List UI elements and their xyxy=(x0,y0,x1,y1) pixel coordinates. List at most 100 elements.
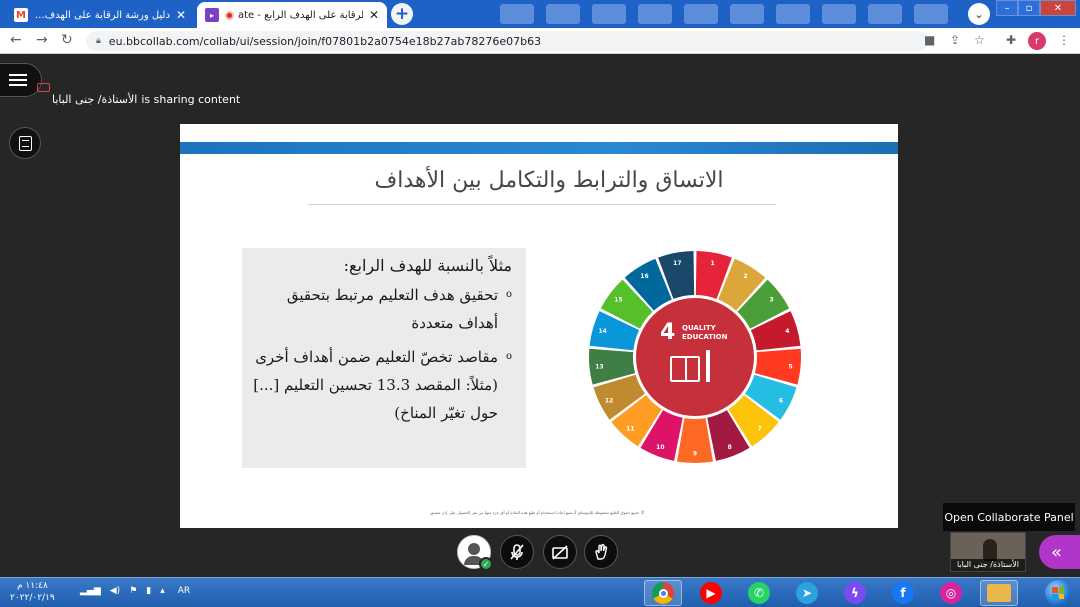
hand-icon xyxy=(595,543,608,560)
taskbar-app[interactable]: ✆ xyxy=(740,580,778,606)
checkmark-icon: ✓ xyxy=(479,557,493,571)
taskbar-app[interactable]: ▶ xyxy=(692,580,730,606)
microphone-off-icon xyxy=(510,544,524,560)
more-menu-icon[interactable]: ⋮ xyxy=(1058,33,1070,47)
open-collaborate-panel-button[interactable]: « xyxy=(1039,535,1080,569)
telegram-icon: ➤ xyxy=(796,582,818,604)
desktop-background xyxy=(500,4,948,24)
raise-hand-button[interactable] xyxy=(584,535,618,569)
taskbar-app[interactable]: ◎ xyxy=(932,580,970,606)
taskbar-app[interactable]: f xyxy=(884,580,922,606)
sdg-wheel: 1 2 3 4 5 6 7 8 9 10 11 12 13 14 15 16 17 4 QUALITY EDUCA… xyxy=(588,250,802,464)
sdg-goal-number: 11 xyxy=(626,425,634,432)
microphone-button[interactable] xyxy=(500,535,534,569)
sdg-goal-number: 17 xyxy=(673,260,681,267)
start-button[interactable] xyxy=(1042,579,1074,607)
messenger-icon: ϟ xyxy=(844,582,866,604)
flag-icon[interactable]: ⚑ xyxy=(129,586,137,596)
signal-icon[interactable]: ▂▄▆ xyxy=(80,586,101,596)
taskbar-app[interactable]: ϟ xyxy=(836,580,874,606)
sdg-goal-number: 13 xyxy=(595,363,603,370)
sdg-goal-number: 4 xyxy=(785,328,789,335)
taskbar-app[interactable] xyxy=(644,580,682,606)
sdg-goal-number: 6 xyxy=(779,397,783,404)
session-menu-button[interactable] xyxy=(0,63,42,97)
bookmark-star-icon[interactable]: ☆ xyxy=(974,33,985,47)
sdg-goal-number: 9 xyxy=(693,451,697,458)
address-toolbar: ← → ↻ 🔒︎ eu.bbcollab.com/collab/ui/sessi… xyxy=(0,28,1080,54)
close-window-button[interactable]: ✕ xyxy=(1040,0,1076,16)
maximize-button[interactable]: ▫ xyxy=(1018,0,1040,16)
video-tile-label: الأستاذة/ جنى البابا xyxy=(951,559,1025,571)
close-icon[interactable]: ✕ xyxy=(369,8,379,22)
goal-label-line2: EDUCATION xyxy=(682,333,728,341)
clock-date: ٢٠٢٢/٠٢/١٩ xyxy=(10,593,55,603)
volume-icon[interactable]: ◀) xyxy=(110,586,120,596)
forward-arrow-icon[interactable]: → xyxy=(36,32,48,48)
window-controls: – ▫ ✕ xyxy=(996,0,1076,16)
camera-off-icon xyxy=(552,545,568,560)
title-underline xyxy=(308,204,776,205)
close-icon[interactable]: ✕ xyxy=(176,8,186,22)
clock-time: ١١:٤٨ م xyxy=(16,581,48,591)
minimize-button[interactable]: – xyxy=(996,0,1018,16)
taskbar-app[interactable]: ➤ xyxy=(788,580,826,606)
instagram-icon: ◎ xyxy=(940,582,962,604)
slide-bullet: تحقيق هدف التعليم مرتبط بتحقيق أهداف متع… xyxy=(252,281,512,337)
url-text: eu.bbcollab.com/collab/ui/session/join/f… xyxy=(108,34,542,48)
system-clock[interactable]: ١١:٤٨ م ٢٠٢٢/٠٢/١٩ xyxy=(10,580,55,604)
slide-title: الاتساق والترابط والتكامل بين الأهداف xyxy=(374,168,724,193)
slide-bullet: مقاصد تخصّ التعليم ضمن أهداف أخرى (مثلاً… xyxy=(252,343,512,427)
taskbar-app[interactable] xyxy=(980,580,1018,606)
presenter-video xyxy=(983,539,997,561)
avatar-head xyxy=(468,543,480,555)
camera-button[interactable] xyxy=(543,535,577,569)
share-icon[interactable]: ⇪ xyxy=(950,33,960,47)
sdg-goal-number: 2 xyxy=(743,273,747,280)
system-tray: ▂▄▆ ◀) ⚑ ▮ ▴ AR xyxy=(80,586,190,596)
tray-expand-icon[interactable]: ▴ xyxy=(160,586,165,596)
camera-in-use-icon[interactable]: ■ xyxy=(924,33,935,47)
tab-search-button[interactable]: ⌄ xyxy=(968,3,990,25)
reload-icon[interactable]: ↻ xyxy=(61,32,73,48)
goal-number: 4 xyxy=(660,320,676,345)
book-icon xyxy=(670,356,700,382)
sdg-goal-number: 8 xyxy=(728,444,732,451)
sdg-goal-number: 5 xyxy=(788,363,792,370)
presenter-video-tile[interactable]: الأستاذة/ جنى البابا xyxy=(950,532,1026,572)
sdg-goal-number: 10 xyxy=(656,444,664,451)
back-arrow-icon[interactable]: ← xyxy=(10,32,22,48)
tab-title-text: ورشة الرقابة على الهدف الرابع - ate xyxy=(238,9,363,21)
tab-collaborate[interactable]: ▸ ورشة الرقابة على الهدف الرابع - ate ✕ xyxy=(197,2,387,28)
double-chevron-left-icon: « xyxy=(1051,541,1063,563)
new-tab-button[interactable]: + xyxy=(391,3,413,25)
extensions-icon[interactable]: ✚ xyxy=(1006,33,1016,47)
facebook-icon: f xyxy=(892,582,914,604)
sdg-goal-number: 15 xyxy=(614,297,622,304)
chevron-down-icon: ⌄ xyxy=(974,7,984,21)
sharing-status: الأستاذة/ جنى البابا is sharing content xyxy=(52,93,240,106)
battery-icon[interactable]: ▮ xyxy=(146,586,151,596)
collaborate-panel-tooltip: Open Collaborate Panel xyxy=(943,503,1075,531)
my-status-button[interactable]: ✓ xyxy=(457,535,493,571)
browser-tab-strip: M دليل ورشة الرقابة على الهدف 4 - Gmail … xyxy=(0,0,1080,28)
tab-title: ورشة الرقابة على الهدف الرابع - ate xyxy=(225,10,363,21)
profile-avatar[interactable]: r xyxy=(1028,32,1046,50)
omnibox[interactable]: 🔒︎ eu.bbcollab.com/collab/ui/session/joi… xyxy=(86,31,928,51)
tab-gmail[interactable]: M دليل ورشة الرقابة على الهدف 4 - Gmail … xyxy=(6,2,194,28)
goal-label-line1: QUALITY xyxy=(682,324,716,332)
tab-title: دليل ورشة الرقابة على الهدف 4 - Gmail xyxy=(34,9,170,21)
language-indicator[interactable]: AR xyxy=(178,586,190,596)
recording-icon xyxy=(225,10,234,20)
presenter-name: الأستاذة/ جنى البابا xyxy=(52,93,138,106)
chrome-icon xyxy=(652,582,674,604)
windows-logo-icon xyxy=(1045,580,1071,606)
sharing-label: is sharing content xyxy=(141,93,241,106)
sdg-goal-number: 3 xyxy=(770,297,774,304)
goal-label: QUALITY EDUCATION xyxy=(682,324,727,342)
hamburger-icon xyxy=(9,74,27,86)
best-fit-button[interactable] xyxy=(9,127,41,159)
gmail-icon: M xyxy=(14,8,28,22)
sdg-goal-number: 1 xyxy=(711,260,715,267)
sdg-goal-number: 14 xyxy=(598,328,606,335)
